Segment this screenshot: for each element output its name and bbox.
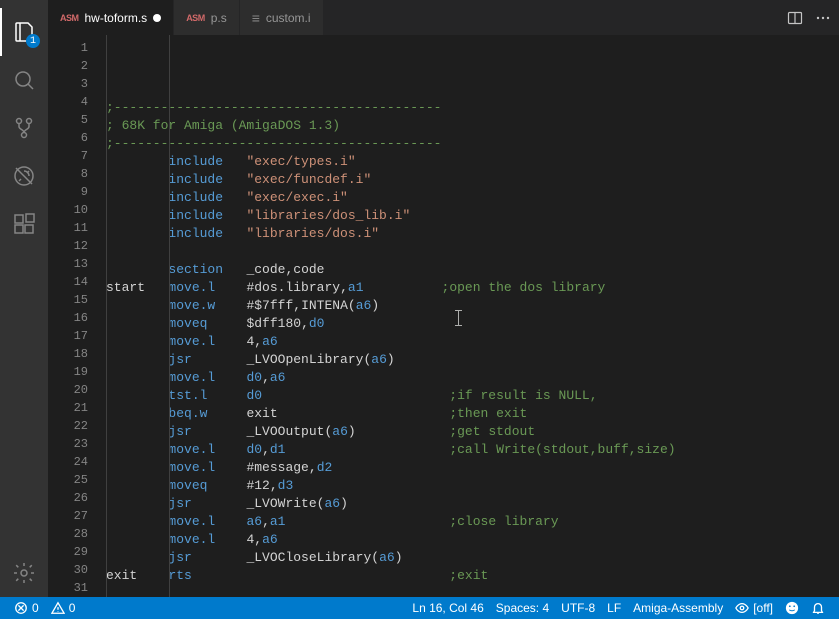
code-line[interactable]: moveq #12,d3	[106, 477, 839, 495]
settings-gear-icon[interactable]	[0, 549, 48, 597]
code-line[interactable]: moveq $dff180,d0	[106, 315, 839, 333]
line-number: 8	[48, 165, 106, 183]
tab-label: custom.i	[266, 11, 311, 25]
line-number: 3	[48, 75, 106, 93]
tab-label: hw-toform.s	[85, 11, 148, 25]
line-number: 21	[48, 399, 106, 417]
asm-lang-icon: ASM	[60, 13, 79, 23]
line-number: 6	[48, 129, 106, 147]
code-line[interactable]	[106, 243, 839, 261]
activity-bar: 1	[0, 0, 48, 597]
line-number: 30	[48, 561, 106, 579]
code-line[interactable]: move.l #message,d2	[106, 459, 839, 477]
line-number: 12	[48, 237, 106, 255]
code-editor[interactable]: 1234567891011121314151617181920212223242…	[48, 35, 839, 597]
file-lines-icon: ≡	[252, 10, 260, 26]
code-line[interactable]: include "exec/types.i"	[106, 153, 839, 171]
editor-tabs: ASM hw-toform.s ASM p.s ≡ custom.i	[48, 0, 839, 35]
line-number: 18	[48, 345, 106, 363]
search-icon[interactable]	[0, 56, 48, 104]
explorer-badge: 1	[26, 34, 40, 48]
code-line[interactable]: include "libraries/dos_lib.i"	[106, 207, 839, 225]
status-bell-icon[interactable]	[805, 597, 831, 619]
line-number: 9	[48, 183, 106, 201]
text-cursor-icon	[458, 310, 459, 326]
code-line[interactable]: jsr _LVOCloseLibrary(a6)	[106, 549, 839, 567]
code-line[interactable]: move.l d0,a6	[106, 369, 839, 387]
line-number: 24	[48, 453, 106, 471]
tab-custom-i[interactable]: ≡ custom.i	[240, 0, 324, 35]
code-line[interactable]: move.l d0,d1 ;call Write(stdout,buff,siz…	[106, 441, 839, 459]
code-line[interactable]: include "exec/funcdef.i"	[106, 171, 839, 189]
line-number: 26	[48, 489, 106, 507]
code-line[interactable]: start move.l #dos.library,a1 ;open the d…	[106, 279, 839, 297]
status-language[interactable]: Amiga-Assembly	[627, 597, 729, 619]
status-errors[interactable]: 0	[8, 597, 45, 619]
more-actions-icon[interactable]	[815, 10, 831, 26]
status-errors-count: 0	[32, 601, 39, 615]
line-number: 25	[48, 471, 106, 489]
code-line[interactable]: ;---------------------------------------…	[106, 99, 839, 117]
line-number: 31	[48, 579, 106, 597]
tab-p-s[interactable]: ASM p.s	[174, 0, 240, 35]
line-number: 7	[48, 147, 106, 165]
code-line[interactable]: beq.w exit ;then exit	[106, 405, 839, 423]
status-preview[interactable]: [off]	[729, 597, 779, 619]
code-line[interactable]: move.l 4,a6	[106, 333, 839, 351]
line-number: 20	[48, 381, 106, 399]
code-line[interactable]: move.w #$7fff,INTENA(a6)	[106, 297, 839, 315]
status-warnings[interactable]: 0	[45, 597, 82, 619]
tab-label: p.s	[211, 11, 227, 25]
line-number: 19	[48, 363, 106, 381]
line-number: 2	[48, 57, 106, 75]
line-number: 13	[48, 255, 106, 273]
status-feedback-icon[interactable]	[779, 597, 805, 619]
code-line[interactable]: move.l 4,a6	[106, 531, 839, 549]
line-number: 17	[48, 327, 106, 345]
line-number: 4	[48, 93, 106, 111]
tab-hw-toform-s[interactable]: ASM hw-toform.s	[48, 0, 174, 35]
code-line[interactable]	[106, 585, 839, 597]
dirty-indicator-icon	[153, 14, 161, 22]
code-line[interactable]: exit rts ;exit	[106, 567, 839, 585]
source-control-icon[interactable]	[0, 104, 48, 152]
tab-actions	[779, 0, 839, 35]
status-bar: 0 0 Ln 16, Col 46 Spaces: 4 UTF-8 LF Ami…	[0, 597, 839, 619]
status-ln-col[interactable]: Ln 16, Col 46	[406, 597, 489, 619]
line-number: 23	[48, 435, 106, 453]
code-line[interactable]: jsr _LVOOutput(a6) ;get stdout	[106, 423, 839, 441]
asm-lang-icon: ASM	[186, 13, 205, 23]
line-number: 28	[48, 525, 106, 543]
code-line[interactable]: jsr _LVOWrite(a6)	[106, 495, 839, 513]
status-warnings-count: 0	[69, 601, 76, 615]
status-indent[interactable]: Spaces: 4	[490, 597, 555, 619]
line-number: 1	[48, 39, 106, 57]
code-line[interactable]: move.l a6,a1 ;close library	[106, 513, 839, 531]
code-line[interactable]: tst.l d0 ;if result is NULL,	[106, 387, 839, 405]
code-line[interactable]: include "exec/exec.i"	[106, 189, 839, 207]
line-number: 5	[48, 111, 106, 129]
status-eol[interactable]: LF	[601, 597, 627, 619]
code-line[interactable]: ;---------------------------------------…	[106, 135, 839, 153]
status-encoding[interactable]: UTF-8	[555, 597, 601, 619]
debug-icon[interactable]	[0, 152, 48, 200]
code-line[interactable]: include "libraries/dos.i"	[106, 225, 839, 243]
line-number: 16	[48, 309, 106, 327]
explorer-icon[interactable]: 1	[0, 8, 48, 56]
line-number: 22	[48, 417, 106, 435]
line-number: 14	[48, 273, 106, 291]
line-number: 29	[48, 543, 106, 561]
code-line[interactable]: jsr _LVOOpenLibrary(a6)	[106, 351, 839, 369]
line-number: 15	[48, 291, 106, 309]
extensions-icon[interactable]	[0, 200, 48, 248]
code-line[interactable]: ; 68K for Amiga (AmigaDOS 1.3)	[106, 117, 839, 135]
line-number: 11	[48, 219, 106, 237]
line-number: 10	[48, 201, 106, 219]
code-line[interactable]: section _code,code	[106, 261, 839, 279]
line-number: 27	[48, 507, 106, 525]
split-editor-icon[interactable]	[787, 10, 803, 26]
line-number-gutter: 1234567891011121314151617181920212223242…	[48, 35, 106, 597]
code-content[interactable]: ;---------------------------------------…	[106, 35, 839, 597]
